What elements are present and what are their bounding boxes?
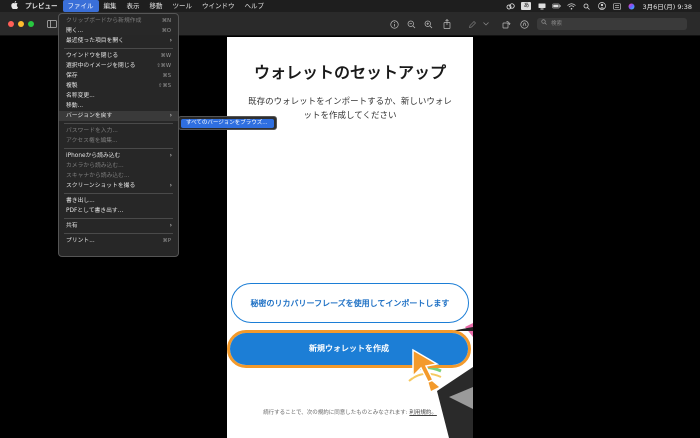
menu-item-new-from-clipboard[interactable]: クリップボードから新規作成 ⌘N [59, 16, 178, 26]
spotlight-icon[interactable] [582, 2, 591, 10]
menu-item-edit-permissions[interactable]: アクセス権を編集... [59, 136, 178, 146]
menu-file[interactable]: ファイル [62, 0, 99, 12]
menu-preview[interactable]: プレビュー [20, 0, 63, 12]
menubar-clock[interactable]: 3月6日(月) 9:38 [642, 1, 692, 11]
input-method-indicator[interactable]: あ [521, 2, 532, 10]
menu-view[interactable]: 表示 [122, 0, 145, 12]
terms-link[interactable]: 利用規約。 [409, 410, 437, 416]
menu-edit[interactable]: 編集 [99, 0, 122, 12]
menu-item-rename[interactable]: 名称変更... [59, 91, 178, 101]
info-icon[interactable] [388, 18, 400, 30]
siri-icon[interactable] [627, 2, 636, 10]
creative-cloud-icon[interactable] [506, 2, 516, 10]
create-wallet-button-label: 新規ウォレットを作成 [309, 344, 389, 353]
menu-item-import-from-scanner[interactable]: スキャナから読み込む... [59, 171, 178, 181]
user-icon[interactable] [597, 2, 606, 10]
zoom-out-icon[interactable] [405, 18, 417, 30]
menu-item-open-recent[interactable]: 最近使った項目を開く › [59, 36, 178, 46]
menu-item-export-as-pdf[interactable]: PDFとして書き出す... [59, 206, 178, 216]
chevron-right-icon: › [169, 37, 172, 44]
revert-submenu: すべてのバージョンをブラウズ... [178, 116, 277, 130]
markup-pen-icon[interactable] [466, 18, 478, 30]
menu-item-move[interactable]: 移動... [59, 101, 178, 111]
chevron-right-icon: › [169, 182, 172, 189]
menu-item-import-from-camera[interactable]: カメラから読み込む... [59, 161, 178, 171]
chevron-right-icon: › [169, 152, 172, 159]
terms-notice: 続行することで、次の規約に同意したものとみなされます: 利用規約。 [227, 408, 473, 416]
close-window-button[interactable] [8, 21, 14, 27]
menu-item-export[interactable]: 書き出し... [59, 196, 178, 206]
menu-item-enter-password[interactable]: パスワードを入力... [59, 126, 178, 136]
menu-separator [64, 123, 173, 124]
menu-bar: プレビュー ファイル 編集 表示 移動 ツール ウインドウ ヘルプ あ 3月6日… [0, 0, 700, 12]
import-wallet-button[interactable]: 秘密のリカバリーフレーズを使用してインポートします [231, 283, 469, 323]
menu-item-browse-all-versions[interactable]: すべてのバージョンをブラウズ... [181, 119, 274, 128]
file-menu-dropdown: クリップボードから新規作成 ⌘N 開く... ⌘O 最近使った項目を開く › ウインド… [58, 13, 179, 257]
menu-item-import-from-iphone[interactable]: iPhoneから読み込む › [59, 151, 178, 161]
pointer-arrow-icon [412, 348, 440, 383]
zoom-window-button[interactable] [28, 21, 34, 27]
chevron-down-icon[interactable] [480, 18, 492, 30]
markup-toolbar-icon[interactable] [518, 18, 530, 30]
menu-item-save[interactable]: 保存 ⌘S [59, 71, 178, 81]
menu-window[interactable]: ウインドウ [197, 0, 240, 12]
rotate-icon[interactable] [500, 18, 512, 30]
menu-separator [64, 148, 173, 149]
menu-item-close-selected-image[interactable]: 選択中のイメージを閉じる ⇧⌘W [59, 61, 178, 71]
import-wallet-button-label: 秘密のリカバリーフレーズを使用してインポートします [250, 298, 450, 308]
menu-item-share[interactable]: 共有 › [59, 221, 178, 231]
search-placeholder: 検索 [551, 21, 563, 27]
menu-item-duplicate[interactable]: 複製 ⇧⌘S [59, 81, 178, 91]
menu-separator [64, 48, 173, 49]
menu-go[interactable]: 移動 [145, 0, 168, 12]
minimize-window-button[interactable] [18, 21, 24, 27]
apple-icon[interactable] [8, 1, 20, 11]
sidebar-toggle-icon[interactable] [46, 18, 58, 30]
display-icon[interactable] [537, 2, 546, 10]
document-page: ウォレットのセットアップ 既存のウォレットをインポートするか、新しいウォレットを… [227, 37, 473, 438]
chevron-right-icon: › [169, 112, 172, 119]
menu-item-open[interactable]: 開く... ⌘O [59, 26, 178, 36]
zoom-in-icon[interactable] [422, 18, 434, 30]
menu-separator [64, 193, 173, 194]
menu-tools[interactable]: ツール [168, 0, 198, 12]
page-title: ウォレットのセットアップ [253, 63, 446, 82]
control-center-icon[interactable] [612, 2, 621, 10]
share-icon[interactable] [441, 18, 453, 30]
menu-item-close-window[interactable]: ウインドウを閉じる ⌘W [59, 51, 178, 61]
search-icon [541, 18, 547, 30]
menu-help[interactable]: ヘルプ [240, 0, 270, 12]
menu-item-revert-to[interactable]: バージョンを戻す › [59, 111, 178, 121]
search-input[interactable]: 検索 [537, 18, 687, 30]
menu-separator [64, 218, 173, 219]
menu-item-print[interactable]: プリント... ⌘P [59, 236, 178, 246]
chevron-right-icon: › [169, 222, 172, 229]
menu-item-take-screenshot[interactable]: スクリーンショットを撮る › [59, 181, 178, 191]
menu-separator [64, 233, 173, 234]
wifi-icon[interactable] [567, 2, 577, 10]
battery-icon[interactable] [552, 2, 562, 10]
terms-notice-text: 続行することで、次の規約に同意したものとみなされます: [263, 410, 410, 416]
